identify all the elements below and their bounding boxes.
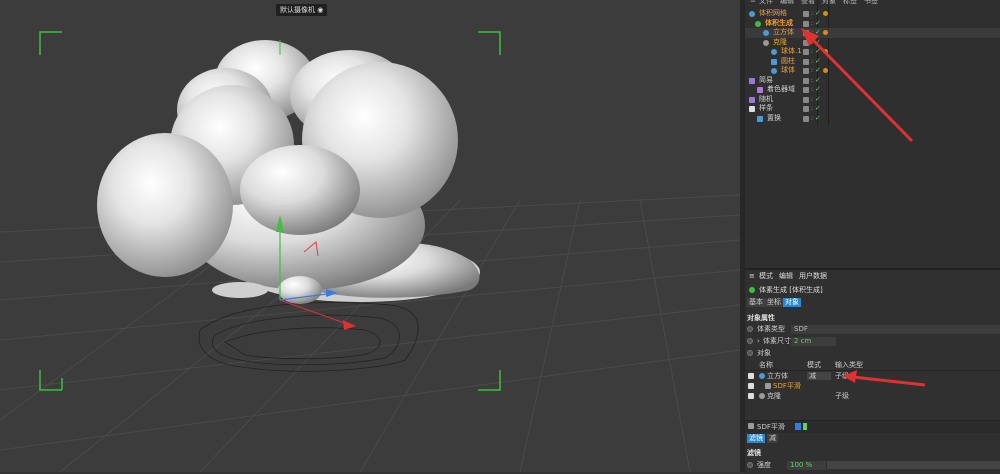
tab-filter[interactable]: 滤镜 bbox=[747, 434, 765, 443]
camera-label[interactable]: 默认摄像机 ◉ bbox=[276, 4, 328, 16]
viewport[interactable]: 默认摄像机 ◉ bbox=[0, 0, 740, 472]
viewport-canvas[interactable] bbox=[0, 0, 740, 472]
annotation-arrow bbox=[843, 370, 926, 387]
attribute-manager: ≡ 模式 编辑 用户数据 体素生成 [体积生成] 基本 坐标 对象 对象属性 体… bbox=[745, 268, 1000, 474]
filter-color-swatch[interactable] bbox=[795, 423, 801, 430]
right-panel: ≡ 文件 编辑 查看 对象 标签 书签 体积网格 : ✓ 体积生成 : ✓ 立方… bbox=[745, 0, 1000, 474]
filter-name: SDF平滑 bbox=[757, 423, 785, 431]
filter-header: SDF平滑 bbox=[745, 420, 1000, 433]
filter-section-title: 滤镜 bbox=[747, 449, 761, 457]
strength-slider[interactable] bbox=[827, 461, 1000, 469]
camera-options-icon[interactable]: ◉ bbox=[317, 6, 323, 14]
filter-enable-swatch[interactable] bbox=[803, 423, 807, 430]
keyframe-radio[interactable] bbox=[747, 462, 753, 468]
spline-outline bbox=[198, 302, 419, 372]
strength-input[interactable]: 100 % bbox=[787, 460, 826, 470]
tab-subtract[interactable]: 减 bbox=[767, 434, 778, 443]
strength-row: 强度 100 % bbox=[745, 459, 1000, 471]
annotation-arrow bbox=[801, 28, 914, 143]
camera-label-text: 默认摄像机 bbox=[280, 6, 315, 14]
volume-mesh bbox=[97, 40, 480, 304]
sdf-smooth-icon bbox=[748, 423, 754, 429]
strength-label: 强度 bbox=[757, 461, 771, 469]
